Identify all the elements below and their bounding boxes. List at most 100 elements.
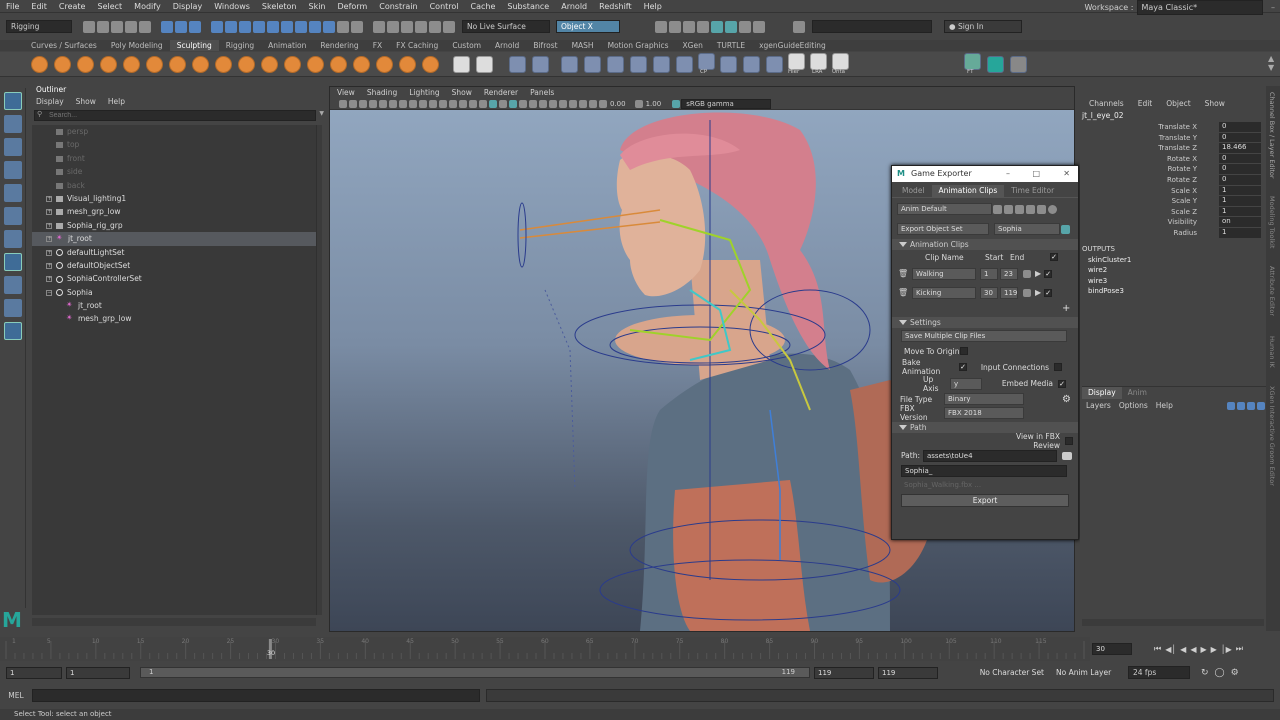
tab-model[interactable]: Model: [895, 185, 932, 197]
side-tab-human-ik[interactable]: Human IK: [1266, 336, 1278, 386]
shelf-scroll-icon[interactable]: ▲ ▼: [1268, 54, 1276, 74]
wireframe-icon[interactable]: [469, 99, 477, 108]
clip-enabled-checkbox[interactable]: ✓: [1044, 269, 1053, 278]
outliner-item[interactable]: + Sophia_rig_grp: [32, 219, 316, 232]
smooth-tool-icon[interactable]: [54, 55, 71, 73]
channel-menu-object[interactable]: Object: [1159, 97, 1197, 110]
smear-tool-icon[interactable]: [353, 55, 370, 73]
side-tab-attribute-editor[interactable]: Attribute Editor: [1266, 266, 1278, 336]
shelf-lra-button[interactable]: LRA: [808, 53, 830, 75]
render-view-icon[interactable]: [655, 20, 667, 33]
shelf-tab-rigging[interactable]: Rigging: [219, 40, 261, 51]
menu-substance[interactable]: Substance: [501, 0, 555, 13]
channel-row[interactable]: Scale X 1: [1080, 185, 1266, 197]
workspace-selector[interactable]: Workspace : Maya Classic* –: [1084, 0, 1280, 15]
channel-value[interactable]: 0: [1219, 174, 1261, 185]
custom-tool-icon[interactable]: [1010, 55, 1027, 73]
menu-help[interactable]: Help: [638, 0, 668, 13]
clip-set-range-icon[interactable]: [1023, 288, 1031, 297]
bulge-tool-icon[interactable]: [376, 55, 393, 73]
outliner-item[interactable]: top: [32, 138, 316, 151]
viewport-menu-panels[interactable]: Panels: [524, 87, 560, 98]
add-clip-icon[interactable]: +: [1062, 303, 1070, 314]
select-dynamics-icon[interactable]: [295, 20, 307, 33]
exposure-value[interactable]: 0.00: [610, 100, 626, 108]
new-layer-icon[interactable]: [1247, 401, 1255, 410]
go-to-end-icon[interactable]: ⏭: [1236, 644, 1243, 654]
bake-animation-checkbox[interactable]: ✓: [959, 363, 967, 371]
shelf-tab-fx-caching[interactable]: FX Caching: [389, 40, 445, 51]
channel-value[interactable]: 1: [1219, 185, 1261, 196]
wax-tool-icon[interactable]: [261, 55, 278, 73]
preset-delete-icon[interactable]: [1037, 204, 1046, 214]
multiple-clips-dropdown[interactable]: Save Multiple Clip Files: [901, 329, 1067, 342]
grease-pencil-icon[interactable]: [389, 99, 397, 108]
side-tab-channel-box[interactable]: Channel Box / Layer Editor: [1266, 86, 1278, 196]
motion-blur-icon[interactable]: [539, 99, 547, 108]
camera-attributes-icon[interactable]: [349, 99, 357, 108]
shelf-tab-curves-surfaces[interactable]: Curves / Surfaces: [24, 40, 104, 51]
channel-row[interactable]: Rotate Y 0: [1080, 164, 1266, 175]
close-icon[interactable]: ✕: [1063, 166, 1070, 182]
2d-pan-zoom-icon[interactable]: [379, 99, 387, 108]
move-to-origin-checkbox[interactable]: [960, 347, 968, 355]
camera-select-icon[interactable]: [339, 99, 347, 108]
channel-menu-channels[interactable]: Channels: [1082, 97, 1131, 110]
safe-title-icon[interactable]: [459, 99, 467, 108]
exposure-icon[interactable]: [599, 99, 607, 108]
clip-start-field[interactable]: 30: [980, 286, 998, 299]
shelf-tab-xgenguideediting[interactable]: xgenGuideEditing: [752, 40, 833, 51]
shelf-tab-motion-graphics[interactable]: Motion Graphics: [601, 40, 676, 51]
clip-enabled-checkbox[interactable]: ✓: [1044, 288, 1053, 297]
menu-control[interactable]: Control: [424, 0, 465, 13]
clip-name-field[interactable]: Kicking: [912, 286, 976, 299]
input-connections-checkbox[interactable]: [1054, 363, 1062, 371]
scale-tool-icon[interactable]: [4, 207, 22, 225]
current-frame-field[interactable]: 30: [1092, 643, 1132, 655]
filename-field[interactable]: Sophia_: [901, 464, 1067, 477]
preset-dropdown[interactable]: Anim Default: [897, 203, 992, 215]
cluster-icon[interactable]: [607, 55, 624, 73]
amplify-tool-icon[interactable]: [399, 55, 416, 73]
channel-row[interactable]: Visibility on: [1080, 217, 1266, 228]
menu-display[interactable]: Display: [167, 0, 209, 13]
shadows-icon[interactable]: [519, 99, 527, 108]
paint-weights-icon[interactable]: [584, 55, 601, 73]
playback-start-field[interactable]: 1: [66, 666, 130, 679]
channel-menu-edit[interactable]: Edit: [1131, 97, 1160, 110]
output-node[interactable]: bindPose3: [1088, 286, 1266, 297]
outliner-item[interactable]: back: [32, 179, 316, 192]
channel-row[interactable]: Rotate X 0: [1080, 153, 1266, 165]
clip-end-field[interactable]: 23: [1000, 267, 1018, 280]
bookmark-icon[interactable]: [359, 99, 367, 108]
go-to-start-icon[interactable]: ⏮: [1154, 644, 1161, 654]
shelf-tab-arnold[interactable]: Arnold: [488, 40, 526, 51]
channel-row[interactable]: Translate X 0: [1080, 122, 1266, 133]
snap-grid-icon[interactable]: [373, 20, 385, 33]
channel-menu-show[interactable]: Show: [1198, 97, 1232, 110]
menu-constrain[interactable]: Constrain: [373, 0, 423, 13]
clip-start-field[interactable]: 1: [980, 267, 998, 280]
menuset-dropdown[interactable]: Rigging: [6, 20, 72, 33]
lattice-icon[interactable]: [630, 55, 647, 73]
anim-layer-field[interactable]: No Anim Layer: [1050, 668, 1128, 677]
highlight-selection-icon[interactable]: [351, 20, 363, 33]
persp-outliner-icon[interactable]: [4, 299, 22, 317]
screen-space-ao-icon[interactable]: [529, 99, 537, 108]
menu-skin[interactable]: Skin: [303, 0, 332, 13]
paint-select-icon[interactable]: [4, 138, 22, 156]
menu-arnold[interactable]: Arnold: [555, 0, 593, 13]
scene-end-field[interactable]: 119: [878, 666, 938, 679]
object-set-dropdown[interactable]: Sophia: [994, 223, 1060, 235]
playback-end-field[interactable]: 119: [814, 666, 874, 679]
path-field[interactable]: assets\toUe4: [923, 449, 1057, 462]
color-space-dropdown[interactable]: sRGB gamma: [681, 98, 772, 109]
view-in-fbx-review-checkbox[interactable]: [1065, 436, 1073, 445]
snap-curve-icon[interactable]: [387, 20, 399, 33]
range-bar[interactable]: 1 119: [140, 667, 810, 678]
new-scene-icon[interactable]: [83, 20, 95, 33]
game-exporter-titlebar[interactable]: M Game Exporter – □ ✕: [892, 166, 1078, 182]
all-clips-checkbox[interactable]: ✓: [1050, 253, 1058, 261]
select-tool-icon[interactable]: [4, 92, 22, 110]
channel-value[interactable]: on: [1219, 217, 1261, 227]
